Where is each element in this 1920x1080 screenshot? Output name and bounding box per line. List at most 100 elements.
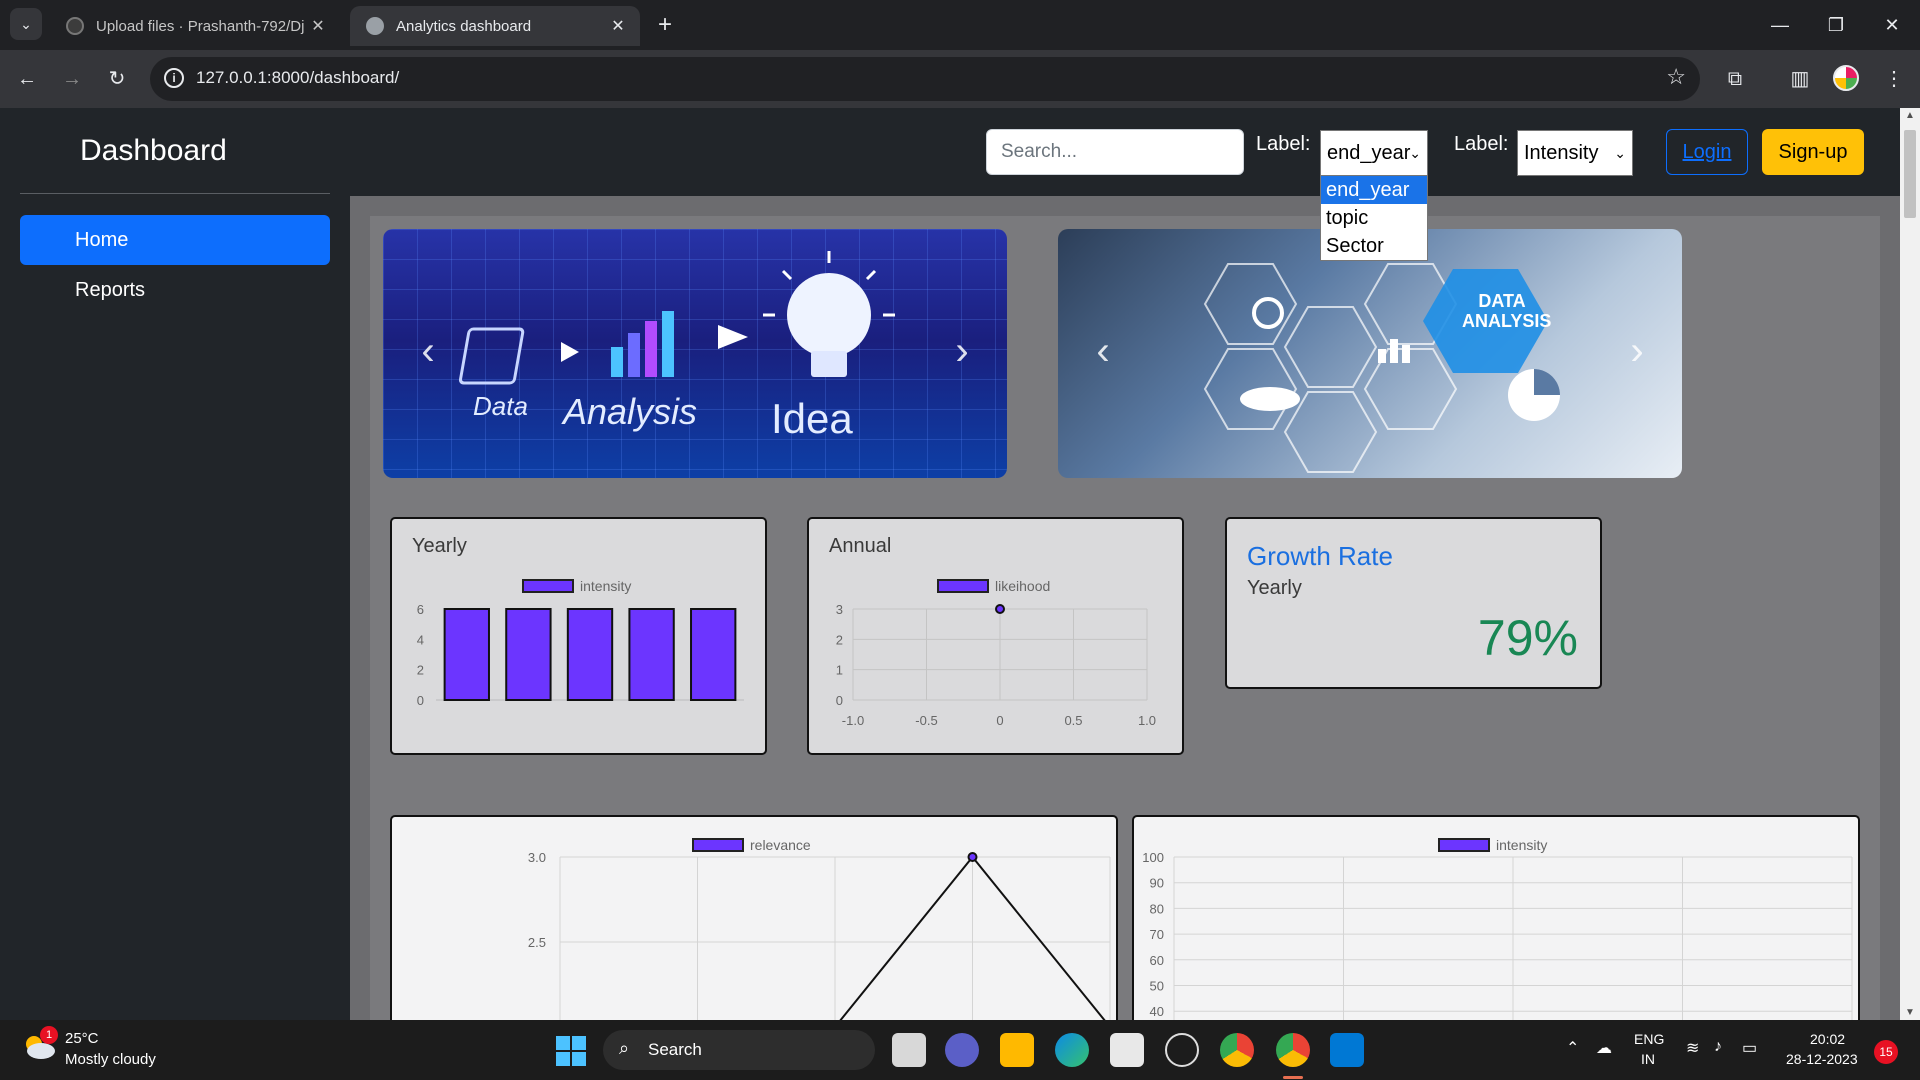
onedrive-icon[interactable]: ☁ <box>1596 1038 1612 1058</box>
scrollbar-thumb[interactable] <box>1904 130 1916 218</box>
language-code[interactable]: ENG <box>1634 1031 1664 1047</box>
extensions-icon[interactable]: ⧉ <box>1718 62 1752 96</box>
clock-time[interactable]: 20:02 <box>1810 1031 1845 1047</box>
globe-icon <box>366 17 384 35</box>
data-analysis-illustration <box>1203 263 1560 473</box>
chevron-down-icon: ⌄ <box>20 15 32 32</box>
y-tick-label: 50 <box>1150 979 1164 994</box>
wifi-icon[interactable]: ≋ <box>1686 1038 1699 1058</box>
page-scrollbar[interactable]: ▲ ▼ <box>1900 108 1920 1020</box>
tab-upload-files[interactable]: Upload files · Prashanth-792/Dj ✕ <box>50 6 340 46</box>
y-tick-label: 70 <box>1150 927 1164 942</box>
dropdown-option-topic[interactable]: topic <box>1321 204 1427 232</box>
y-tick-label: 60 <box>1150 953 1164 968</box>
growth-value: 79% <box>1477 610 1578 666</box>
signup-button[interactable]: Sign-up <box>1762 129 1864 175</box>
profile-avatar[interactable] <box>1833 65 1859 91</box>
growth-title: Growth Rate <box>1247 541 1393 571</box>
search-icon: ⌕ <box>619 1038 630 1058</box>
close-tab-icon[interactable]: ✕ <box>604 16 632 36</box>
side-panel-icon[interactable]: ▥ <box>1783 62 1817 96</box>
label-select-1[interactable]: end_year ⌄ <box>1320 130 1428 176</box>
label-select-2[interactable]: Intensity ⌄ <box>1517 130 1633 176</box>
weather-badge: 1 <box>40 1026 58 1044</box>
y-tick-label: 80 <box>1150 901 1164 916</box>
clock-date[interactable]: 28-12-2023 <box>1786 1051 1858 1067</box>
teams-chat-icon[interactable] <box>945 1033 979 1067</box>
tab-search-button[interactable]: ⌄ <box>10 8 42 40</box>
close-window-button[interactable]: ✕ <box>1864 8 1920 42</box>
intensity-line-chart: 40 50 60 70 80 90 100 <box>1142 850 1853 1020</box>
growth-subtitle: Yearly <box>1247 577 1302 599</box>
edge-icon[interactable] <box>1055 1033 1089 1067</box>
notification-badge[interactable]: 15 <box>1874 1040 1898 1064</box>
carousel-prev-icon[interactable]: ‹ <box>413 329 443 374</box>
chevron-up-icon[interactable]: ⌃ <box>1566 1038 1579 1058</box>
site-info-icon[interactable]: i <box>164 68 184 88</box>
battery-icon[interactable]: ▭ <box>1742 1038 1757 1058</box>
taskbar-search[interactable]: ⌕ Search <box>603 1030 875 1070</box>
more-menu-icon[interactable]: ⋮ <box>1877 62 1911 96</box>
carousel-next-icon[interactable]: › <box>1622 329 1652 374</box>
y-tick-label: 90 <box>1150 876 1164 891</box>
language-region[interactable]: IN <box>1641 1051 1655 1067</box>
filter-label-1: Label: <box>1256 133 1311 155</box>
minimize-button[interactable]: — <box>1752 8 1808 42</box>
dropdown-option-sector[interactable]: Sector <box>1321 232 1427 260</box>
url-text: 127.0.0.1:8000/dashboard/ <box>196 68 400 87</box>
taskbar-search-label: Search <box>648 1040 702 1059</box>
restore-button[interactable]: ❐ <box>1808 8 1864 42</box>
ms-store-icon[interactable] <box>1110 1033 1144 1067</box>
chrome-icon[interactable] <box>1220 1033 1254 1067</box>
scroll-up-icon[interactable]: ▲ <box>1900 110 1920 121</box>
brand-title: Dashboard <box>80 134 227 167</box>
url-bar[interactable]: i 127.0.0.1:8000/dashboard/ ☆ <box>150 57 1700 101</box>
tab-analytics-dashboard[interactable]: Analytics dashboard ✕ <box>350 6 640 46</box>
y-tick-label: 0 <box>836 693 843 708</box>
yearly-card: Yearly intensity 0246 <box>390 517 767 755</box>
dashboard-page: Dashboard Home Reports Label: end_year ⌄… <box>0 108 1900 1020</box>
sidebar-item-reports[interactable]: Reports <box>20 265 330 315</box>
new-tab-button[interactable]: + <box>650 10 680 40</box>
arrow-left-icon: ← <box>17 68 37 90</box>
yearly-bar-chart: 0 2 4 6 <box>417 602 744 708</box>
bar <box>566 608 614 701</box>
chevron-down-icon: ⌄ <box>1614 145 1626 161</box>
data-point <box>995 604 1005 614</box>
y-tick-label: 2 <box>836 632 843 647</box>
bookmark-star-icon[interactable]: ☆ <box>1666 64 1686 90</box>
browser-tab-bar: ⌄ Upload files · Prashanth-792/Dj ✕ Anal… <box>0 0 1920 50</box>
growth-rate-card: Growth Rate Yearly 79% <box>1225 517 1602 689</box>
volume-icon[interactable]: ♪ <box>1714 1038 1722 1056</box>
carousel-next-icon[interactable]: › <box>947 329 977 374</box>
close-tab-icon[interactable]: ✕ <box>304 16 332 36</box>
select-value: end_year <box>1327 142 1411 164</box>
login-button[interactable]: Login <box>1666 129 1748 175</box>
search-input[interactable] <box>986 129 1244 175</box>
back-button[interactable]: ← <box>10 62 44 96</box>
weather-temp[interactable]: 25°C <box>65 1030 99 1047</box>
dell-icon[interactable] <box>1165 1033 1199 1067</box>
windows-start-icon[interactable] <box>556 1036 586 1066</box>
bar <box>443 608 490 701</box>
chrome-active-icon[interactable] <box>1276 1033 1310 1067</box>
carousel-prev-icon[interactable]: ‹ <box>1088 329 1118 374</box>
address-bar: ← → ↻ i 127.0.0.1:8000/dashboard/ ☆ ⧉ ▥ … <box>0 50 1920 108</box>
relevance-line-chart: 1.52.02.53.0 <box>528 850 1111 1020</box>
bar <box>505 608 552 701</box>
carousel-banner-1: Data Analysis Idea ‹ › <box>383 229 1007 478</box>
banner-word-idea: Idea <box>771 395 853 442</box>
select-dropdown-list: end_year topic Sector <box>1320 175 1428 261</box>
forward-button[interactable]: → <box>55 62 89 96</box>
scroll-down-icon[interactable]: ▼ <box>1900 1007 1920 1018</box>
file-explorer-icon[interactable] <box>1000 1033 1034 1067</box>
task-view-icon[interactable] <box>892 1033 926 1067</box>
sidebar-item-home[interactable]: Home <box>20 215 330 265</box>
reload-button[interactable]: ↻ <box>100 62 134 96</box>
windows-taskbar: 1 25°C Mostly cloudy ⌕ Search ⌃ ☁ ENG IN… <box>0 1020 1920 1080</box>
dropdown-option-end-year[interactable]: end_year <box>1321 176 1427 204</box>
github-icon <box>66 17 84 35</box>
vscode-icon[interactable] <box>1330 1033 1364 1067</box>
select-value: Intensity <box>1524 142 1599 164</box>
weather-condition[interactable]: Mostly cloudy <box>65 1051 156 1068</box>
